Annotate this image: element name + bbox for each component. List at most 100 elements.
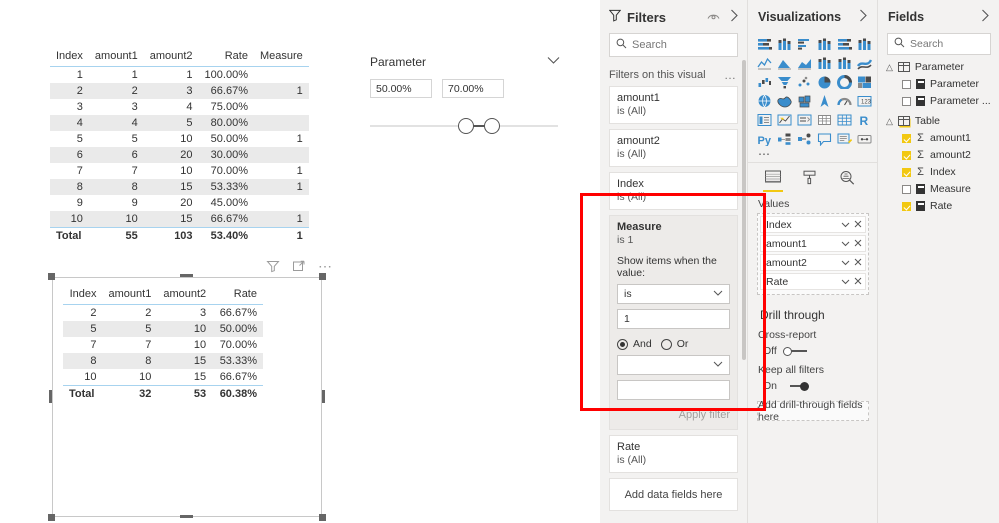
values-well-item[interactable]: Rate xyxy=(760,273,866,290)
focus-mode-icon[interactable] xyxy=(292,259,306,273)
filter-operator-dropdown-1[interactable]: is xyxy=(617,284,730,304)
filter-card-amount2[interactable]: amount2 is (All) xyxy=(609,129,738,167)
stacked-bar-chart-icon[interactable] xyxy=(755,35,773,52)
line-clustered-column-chart-icon[interactable] xyxy=(835,54,853,71)
remove-field-x-icon[interactable] xyxy=(854,239,862,249)
filled-map-icon[interactable] xyxy=(775,92,793,109)
more-options-icon[interactable]: ⋯ xyxy=(318,259,333,273)
clustered-bar-chart-icon[interactable] xyxy=(795,35,813,52)
remove-field-x-icon[interactable] xyxy=(854,277,862,287)
table-row[interactable]: 5 5 10 50.00% xyxy=(63,321,263,337)
decomposition-tree-icon[interactable] xyxy=(775,130,793,147)
resize-handle-bottom-center[interactable] xyxy=(180,515,193,518)
slicer-max-input[interactable]: 70.00% xyxy=(442,79,504,98)
treemap-icon[interactable] xyxy=(855,73,873,90)
chevron-up-icon[interactable]: △ xyxy=(886,116,893,127)
visual-filter-dropzone[interactable]: Add data fields here xyxy=(609,478,738,511)
smart-narrative-icon[interactable] xyxy=(835,130,853,147)
qna-visual-icon[interactable] xyxy=(815,130,833,147)
slicer-icon[interactable] xyxy=(795,111,813,128)
table-row[interactable]: 7 7 10 70.00% 1 xyxy=(50,163,309,179)
field-checkbox[interactable] xyxy=(902,96,911,106)
filters-pane-scrollbar[interactable] xyxy=(742,60,746,360)
radio-and[interactable] xyxy=(617,338,628,350)
slider-thumb-min[interactable] xyxy=(458,118,474,134)
table-row[interactable]: 9 9 20 45.00% xyxy=(50,195,309,211)
chevron-up-icon[interactable]: △ xyxy=(886,62,893,73)
scatter-chart-icon[interactable] xyxy=(795,73,813,90)
fields-table-table[interactable]: △ Table xyxy=(878,109,999,129)
shape-map-icon[interactable] xyxy=(795,92,813,109)
r-script-visual-icon[interactable]: R xyxy=(855,111,873,128)
funnel-chart-icon[interactable] xyxy=(775,73,793,90)
field-item-parameter-value[interactable]: Parameter ... xyxy=(878,92,999,109)
gauge-icon[interactable] xyxy=(835,92,853,109)
chevron-down-icon[interactable] xyxy=(841,277,850,287)
chevron-down-icon[interactable] xyxy=(841,258,850,268)
map-icon[interactable] xyxy=(755,92,773,109)
line-stacked-column-chart-icon[interactable] xyxy=(815,54,833,71)
values-well-item[interactable]: amount1 xyxy=(760,235,866,252)
field-item-measure[interactable]: Measure xyxy=(878,180,999,197)
field-item-rate[interactable]: Rate xyxy=(878,197,999,214)
clustered-column-chart-icon[interactable] xyxy=(815,35,833,52)
field-checkbox[interactable] xyxy=(902,79,911,89)
card-icon[interactable]: 123 xyxy=(855,92,873,109)
resize-handle-bottom-right[interactable] xyxy=(319,514,326,521)
remove-field-x-icon[interactable] xyxy=(854,258,862,268)
analytics-magnifier-icon[interactable] xyxy=(837,170,857,192)
resize-handle-top-left[interactable] xyxy=(48,273,55,280)
filter-card-amount1[interactable]: amount1 is (All) xyxy=(609,86,738,124)
field-item-amount2[interactable]: Σ amount2 xyxy=(878,146,999,163)
column-header-index[interactable]: Index xyxy=(50,48,89,67)
remove-field-x-icon[interactable] xyxy=(854,220,862,230)
100-stacked-column-chart-icon[interactable] xyxy=(855,35,873,52)
more-options-icon[interactable]: … xyxy=(724,68,737,82)
resize-handle-bottom-left[interactable] xyxy=(48,514,55,521)
filter-value-input-2[interactable] xyxy=(617,380,730,400)
fields-table-parameter[interactable]: △ Parameter xyxy=(878,55,999,75)
cross-report-toggle[interactable] xyxy=(782,346,809,356)
table-icon[interactable] xyxy=(815,111,833,128)
field-item-amount1[interactable]: Σ amount1 xyxy=(878,129,999,146)
field-checkbox[interactable] xyxy=(902,167,911,177)
table-row[interactable]: 8 8 15 53.33% 1 xyxy=(50,179,309,195)
format-paintbrush-icon[interactable] xyxy=(800,170,820,192)
field-checkbox[interactable] xyxy=(902,201,911,211)
slicer-slider[interactable] xyxy=(370,115,560,137)
values-well-item[interactable]: Index xyxy=(760,216,866,233)
chevron-down-icon[interactable] xyxy=(841,220,850,230)
column-header-amount1[interactable]: amount1 xyxy=(88,48,144,67)
chevron-right-icon[interactable] xyxy=(859,9,868,25)
column-header-rate[interactable]: Rate xyxy=(198,48,254,67)
table-row[interactable]: 2 2 3 66.67% xyxy=(63,305,263,322)
resize-handle-top-right[interactable] xyxy=(319,273,326,280)
more-visuals-icon[interactable]: ⋯ xyxy=(748,147,877,162)
stacked-area-chart-icon[interactable] xyxy=(795,54,813,71)
table-row[interactable]: 5 5 10 50.00% 1 xyxy=(50,131,309,147)
table-row[interactable]: 10 10 15 66.67% xyxy=(63,369,263,386)
chevron-right-icon[interactable] xyxy=(981,9,990,25)
table-row[interactable]: 7 7 10 70.00% xyxy=(63,337,263,353)
paginated-report-icon[interactable] xyxy=(855,130,873,147)
table-visual-1[interactable]: Index amount1 amount2 Rate Measure 1 1 1… xyxy=(50,48,309,244)
values-field-well[interactable]: Index amount1 amount2 Rate xyxy=(757,213,869,295)
filter-card-rate[interactable]: Rate is (All) xyxy=(609,435,738,473)
filter-card-measure[interactable]: Measure is 1 Show items when the value: … xyxy=(609,215,738,430)
fields-search-box[interactable]: Search xyxy=(887,33,991,55)
table-row[interactable]: 3 3 4 75.00% xyxy=(50,99,309,115)
column-header-rate[interactable]: Rate xyxy=(212,286,263,305)
field-item-parameter[interactable]: Parameter xyxy=(878,75,999,92)
hide-pane-eye-icon[interactable] xyxy=(707,11,720,24)
ribbon-chart-icon[interactable] xyxy=(855,54,873,71)
apply-filter-button[interactable]: Apply filter xyxy=(617,409,730,421)
table-row[interactable]: 10 10 15 66.67% 1 xyxy=(50,211,309,228)
column-header-index[interactable]: Index xyxy=(63,286,103,305)
filter-card-index[interactable]: Index is (All) xyxy=(609,172,738,210)
kpi-icon[interactable] xyxy=(775,111,793,128)
matrix-icon[interactable] xyxy=(835,111,853,128)
table-row[interactable]: 8 8 15 53.33% xyxy=(63,353,263,369)
table-row[interactable]: 2 2 3 66.67% 1 xyxy=(50,83,309,99)
python-visual-icon[interactable]: Py xyxy=(755,130,773,147)
field-item-index[interactable]: Σ Index xyxy=(878,163,999,180)
